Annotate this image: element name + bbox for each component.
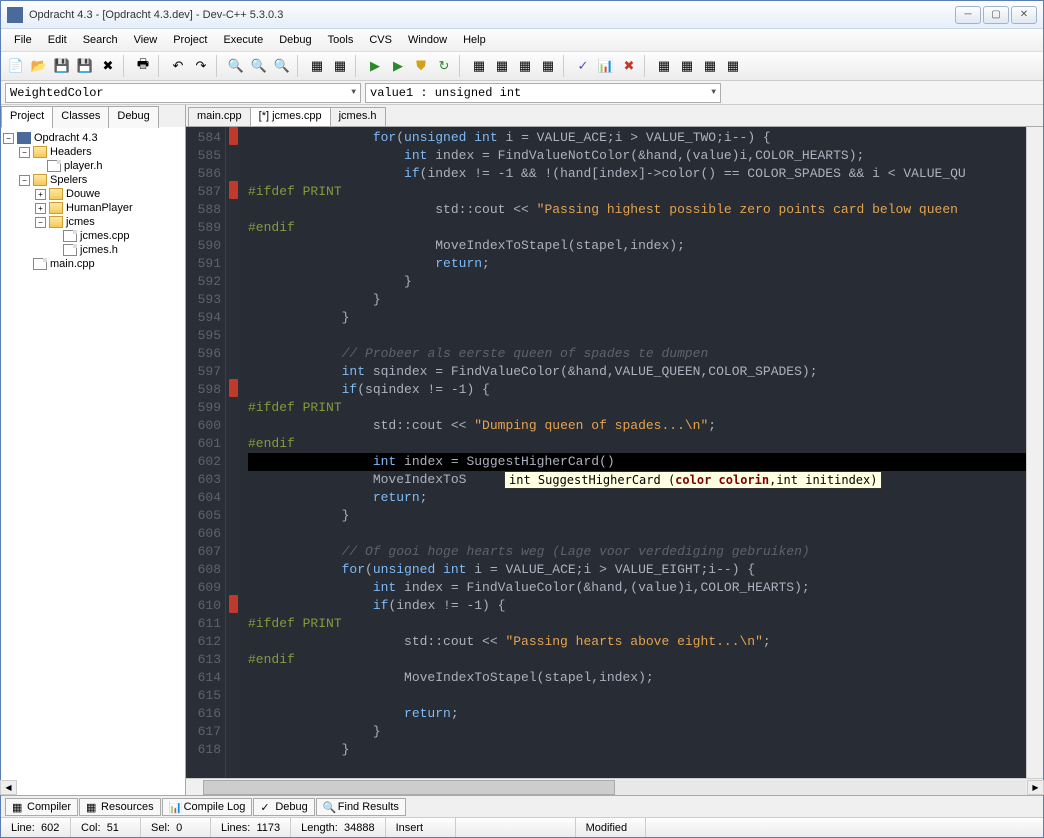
goto-icon[interactable]: ▦: [306, 55, 328, 77]
project-options-icon[interactable]: ▦: [722, 55, 744, 77]
tab-debug-side[interactable]: Debug: [108, 106, 158, 128]
horizontal-scrollbar[interactable]: ◀ ▶: [186, 778, 1043, 795]
debug-icon[interactable]: ▦: [468, 55, 490, 77]
menu-debug[interactable]: Debug: [272, 31, 318, 49]
tab-compile-log[interactable]: 📊Compile Log: [162, 798, 253, 816]
toolbar: 📄 📂 💾 💾 ✖ 🖶 ↶ ↷ 🔍 🔍 🔍 ▦ ▦ ▶ ▶ ⛊ ↻ ▦ ▦ ▦ …: [1, 51, 1043, 81]
tab-compiler[interactable]: ▦Compiler: [5, 798, 78, 816]
redo-icon[interactable]: ↷: [190, 55, 212, 77]
compile-run-icon[interactable]: ⛊: [410, 55, 432, 77]
tree-file[interactable]: jcmes.h: [3, 243, 183, 257]
open-icon[interactable]: 📂: [28, 55, 50, 77]
status-sel: 0: [176, 822, 182, 834]
resources-icon: ▦: [86, 801, 98, 813]
clean-icon[interactable]: ✖: [618, 55, 640, 77]
save-all-icon[interactable]: 💾: [74, 55, 96, 77]
compile-icon[interactable]: ▶: [364, 55, 386, 77]
tree-folder-spelers[interactable]: −Spelers: [3, 173, 183, 187]
find-icon: 🔍: [323, 801, 335, 813]
close-button[interactable]: ✕: [1011, 6, 1037, 24]
bookmark-icon[interactable]: ▦: [329, 55, 351, 77]
undo-icon[interactable]: ↶: [167, 55, 189, 77]
tree-folder-jcmes[interactable]: −jcmes: [3, 215, 183, 229]
check-icon[interactable]: ✓: [572, 55, 594, 77]
find-in-files-icon[interactable]: 🔍: [271, 55, 293, 77]
step-out-icon[interactable]: ▦: [537, 55, 559, 77]
compiler-icon: ▦: [12, 801, 24, 813]
tab-classes[interactable]: Classes: [52, 106, 109, 128]
run-icon[interactable]: ▶: [387, 55, 409, 77]
find-icon[interactable]: 🔍: [225, 55, 247, 77]
tree-file[interactable]: jcmes.cpp: [3, 229, 183, 243]
tree-folder-douwe[interactable]: +Douwe: [3, 187, 183, 201]
menu-edit[interactable]: Edit: [41, 31, 74, 49]
file-tab-main[interactable]: main.cpp: [188, 107, 251, 126]
code-area[interactable]: for(unsigned int i = VALUE_ACE;i > VALUE…: [240, 127, 1026, 778]
app-icon: [7, 7, 23, 23]
menu-cvs[interactable]: CVS: [362, 31, 399, 49]
status-length: 34888: [344, 822, 375, 834]
minimize-button[interactable]: ─: [955, 6, 981, 24]
file-tab-jcmes-cpp[interactable]: [*] jcmes.cpp: [250, 107, 331, 126]
param-tooltip: int SuggestHigherCard (color colorin,int…: [504, 471, 882, 489]
menu-view[interactable]: View: [127, 31, 165, 49]
menu-search[interactable]: Search: [76, 31, 125, 49]
tab-debug[interactable]: ✓Debug: [253, 798, 314, 816]
log-icon: 📊: [169, 801, 181, 813]
chevron-down-icon: ▼: [351, 88, 356, 97]
tree-root[interactable]: −Opdracht 4.3: [3, 131, 183, 145]
new-project-icon[interactable]: ▦: [653, 55, 675, 77]
save-icon[interactable]: 💾: [51, 55, 73, 77]
fold-column[interactable]: [226, 127, 240, 778]
status-lines: 1173: [256, 822, 280, 834]
scroll-thumb[interactable]: [203, 780, 615, 795]
menu-help[interactable]: Help: [456, 31, 493, 49]
replace-icon[interactable]: 🔍: [248, 55, 270, 77]
new-file-icon[interactable]: 📄: [5, 55, 27, 77]
titlebar[interactable]: Opdracht 4.3 - [Opdracht 4.3.dev] - Dev-…: [1, 1, 1043, 29]
project-tree[interactable]: −Opdracht 4.3 −Headers player.h −Spelers…: [1, 127, 185, 795]
menu-tools[interactable]: Tools: [321, 31, 361, 49]
step-icon[interactable]: ▦: [491, 55, 513, 77]
member-combo-value: value1 : unsigned int: [370, 86, 521, 100]
member-combo[interactable]: value1 : unsigned int ▼: [365, 83, 721, 103]
status-insert: Insert: [386, 818, 456, 837]
print-icon[interactable]: 🖶: [132, 55, 154, 77]
add-file-icon[interactable]: ▦: [676, 55, 698, 77]
class-combo-value: WeightedColor: [10, 86, 104, 100]
menu-window[interactable]: Window: [401, 31, 454, 49]
tree-file[interactable]: player.h: [3, 159, 183, 173]
vertical-scrollbar[interactable]: [1026, 127, 1043, 778]
tree-folder-human[interactable]: +HumanPlayer: [3, 201, 183, 215]
line-gutter: 5845855865875885895905915925935945955965…: [186, 127, 226, 778]
status-col: 51: [107, 822, 119, 834]
tab-find-results[interactable]: 🔍Find Results: [316, 798, 406, 816]
chevron-down-icon: ▼: [711, 88, 716, 97]
tree-folder-headers[interactable]: −Headers: [3, 145, 183, 159]
menu-execute[interactable]: Execute: [216, 31, 270, 49]
menu-file[interactable]: File: [7, 31, 39, 49]
code-editor[interactable]: 5845855865875885895905915925935945955965…: [186, 127, 1043, 778]
step-over-icon[interactable]: ▦: [514, 55, 536, 77]
menubar: File Edit Search View Project Execute De…: [1, 29, 1043, 51]
debug-tab-icon: ✓: [260, 801, 272, 813]
maximize-button[interactable]: ▢: [983, 6, 1009, 24]
tab-project[interactable]: Project: [1, 106, 53, 128]
class-combo[interactable]: WeightedColor ▼: [5, 83, 361, 103]
output-tabs: ▦Compiler ▦Resources 📊Compile Log ✓Debug…: [1, 795, 1043, 817]
status-line: 602: [41, 822, 59, 834]
tab-resources[interactable]: ▦Resources: [79, 798, 161, 816]
file-tab-jcmes-h[interactable]: jcmes.h: [330, 107, 386, 126]
profile-icon[interactable]: 📊: [595, 55, 617, 77]
tree-file[interactable]: main.cpp: [3, 257, 183, 271]
remove-file-icon[interactable]: ▦: [699, 55, 721, 77]
menu-project[interactable]: Project: [166, 31, 214, 49]
rebuild-icon[interactable]: ↻: [433, 55, 455, 77]
status-modified: Modified: [576, 818, 646, 837]
close-file-icon[interactable]: ✖: [97, 55, 119, 77]
statusbar: Line: 602 Col: 51 Sel: 0 Lines: 1173 Len…: [1, 817, 1043, 837]
scroll-right-icon[interactable]: ▶: [1027, 780, 1043, 795]
window-title: Opdracht 4.3 - [Opdracht 4.3.dev] - Dev-…: [29, 9, 955, 21]
